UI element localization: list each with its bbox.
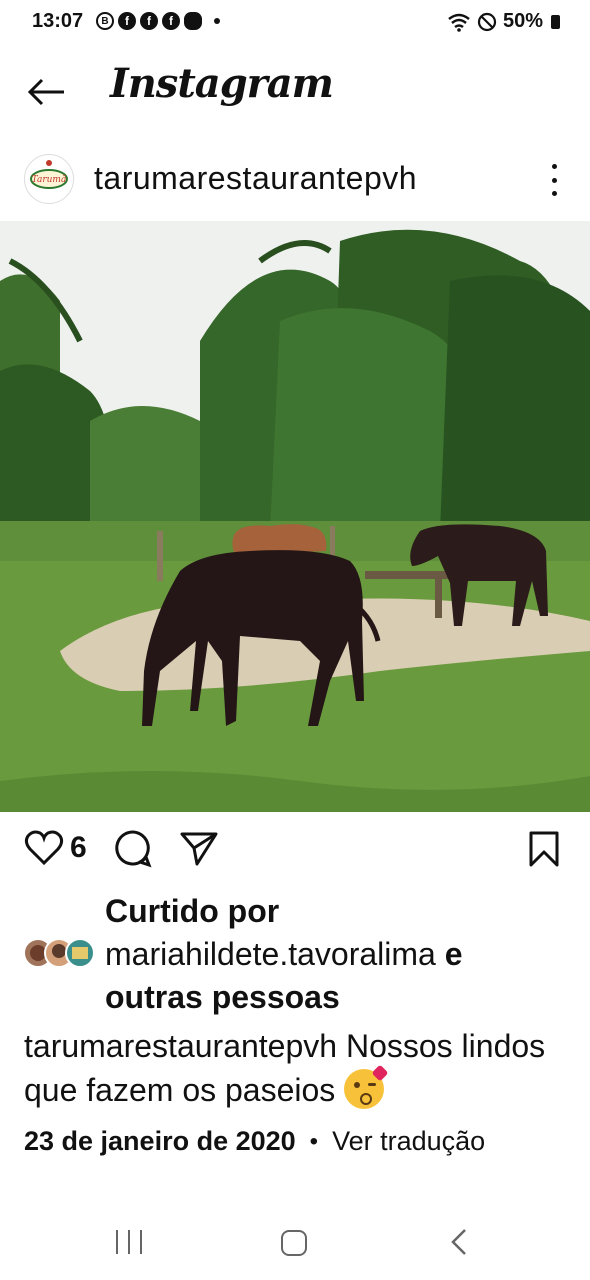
post-actions: 6 [24,828,219,868]
facebook-icon: f [162,12,180,30]
translate-link[interactable]: Ver tradução [332,1126,485,1157]
b-app-icon: B [96,12,114,30]
more-notifications-dot [214,18,220,24]
liked-by-text[interactable]: Curtido por mariahildete.tavoralima e ou… [105,890,463,1019]
bookmark-icon[interactable] [528,830,560,873]
status-right: 50% [447,10,560,33]
heart-icon[interactable] [24,830,64,866]
messenger-icon [184,12,202,30]
post-date: 23 de janeiro de 2020 [24,1126,296,1156]
post-photo[interactable] [0,221,590,812]
post-caption: tarumarestaurantepvh Nossos lindos que f… [24,1024,564,1112]
kissing-face-emoji-icon [344,1064,389,1109]
likes-count[interactable]: 6 [70,831,87,865]
home-icon[interactable] [281,1230,307,1256]
instagram-logo: Instagram [110,60,334,107]
recent-apps-icon[interactable] [116,1230,142,1254]
battery-percent: 50% [502,10,543,32]
more-options-icon[interactable] [540,164,568,196]
liked-by-suffix[interactable]: outras pessoas [105,979,340,1015]
battery-icon [551,14,560,29]
share-icon[interactable] [179,828,219,868]
back-nav-icon[interactable] [450,1228,468,1261]
comment-icon[interactable] [113,828,153,868]
liked-by-conjunction: e [444,936,463,972]
post-username[interactable]: tarumarestaurantepvh [94,160,417,197]
profile-avatar[interactable]: Tarumã [24,154,74,204]
do-not-disturb-icon [477,12,497,31]
system-nav-bar [0,1212,590,1272]
horses-photo [0,221,590,812]
caption-username[interactable]: tarumarestaurantepvh [24,1028,337,1064]
back-arrow-icon[interactable] [26,72,66,112]
liked-by-user[interactable]: mariahildete.tavoralima [105,936,436,972]
status-time: 13:07 [32,10,84,32]
facebook-icon: f [140,12,158,30]
wifi-icon [448,13,470,32]
facebook-icon: f [118,12,136,30]
liked-by-avatars[interactable] [22,937,96,969]
separator-dot: • [309,1127,319,1155]
notification-icons: B f f f [96,12,220,30]
avatar-logo-text: Tarumã [32,174,67,185]
post-meta: 23 de janeiro de 2020 • Ver tradução [24,1126,485,1157]
liked-by-prefix: Curtido por [105,893,280,929]
